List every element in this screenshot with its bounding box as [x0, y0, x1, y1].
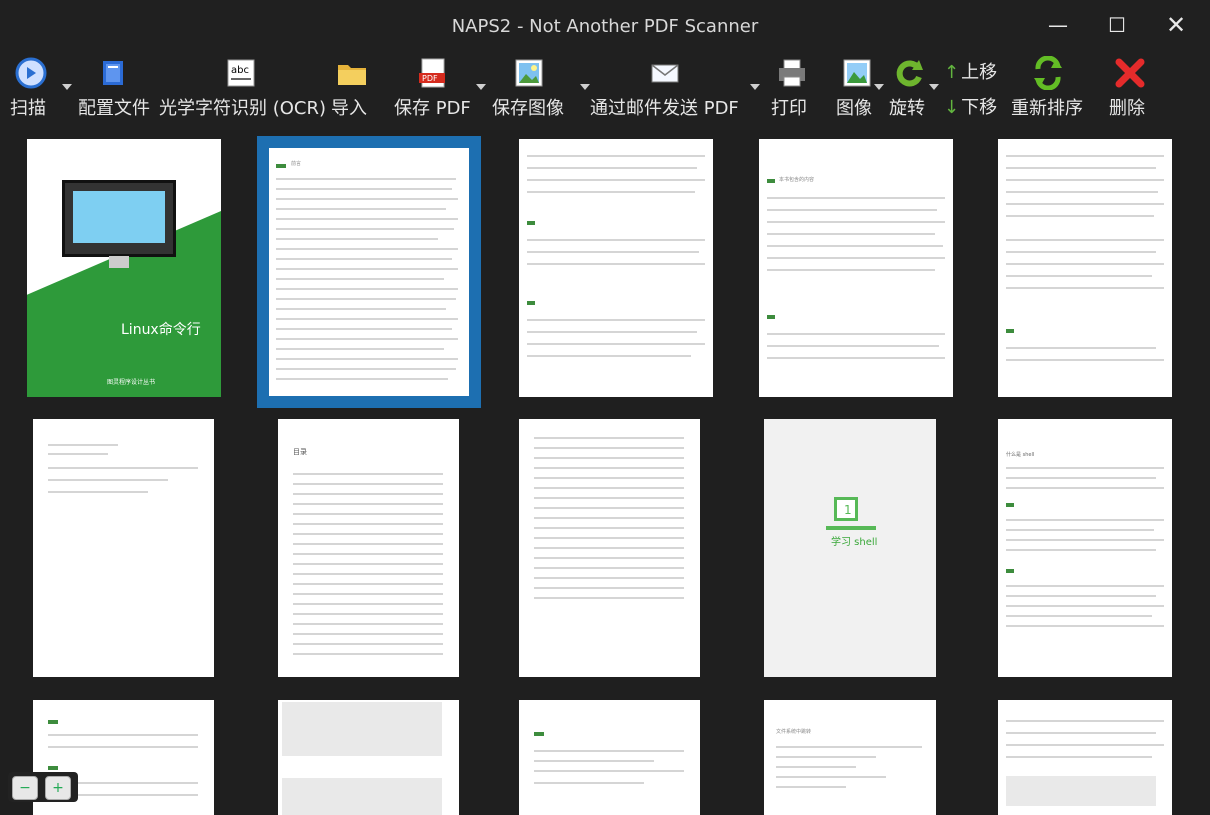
scan-dropdown-icon[interactable] — [62, 84, 72, 90]
pdf-icon: PDF — [416, 56, 450, 90]
thumbnail-page-6[interactable] — [33, 419, 214, 677]
import-button[interactable]: 导入 — [331, 52, 375, 130]
down-arrow-icon: ↓ — [944, 97, 960, 118]
reorder-button[interactable]: 重新排序 — [1011, 52, 1087, 130]
thumbnail-page-5[interactable] — [998, 139, 1172, 397]
shell-book-icon: 1 — [834, 497, 858, 521]
profiles-icon — [96, 56, 130, 90]
delete-icon — [1113, 56, 1147, 90]
delete-button[interactable]: 删除 — [1109, 52, 1153, 130]
printer-icon — [775, 56, 809, 90]
scan-button[interactable]: 扫描 — [10, 52, 72, 130]
zoom-in-button[interactable]: + — [45, 776, 71, 800]
up-arrow-icon: ↑ — [944, 62, 960, 83]
ocr-button[interactable]: abc 光学字符识别 (OCR) — [159, 52, 329, 130]
toolbar: 扫描 配置文件 abc 光学字符识别 (OCR) 导入 PDF 保存 PDF 保… — [0, 52, 1210, 130]
thumbnail-page-10[interactable]: 什么是 shell — [998, 419, 1172, 677]
minimize-button[interactable]: — — [1038, 10, 1078, 40]
thumbnail-page-13[interactable] — [519, 700, 700, 815]
rotate-dropdown-icon[interactable] — [929, 84, 939, 90]
save-image-dropdown-icon[interactable] — [580, 84, 590, 90]
svg-text:abc: abc — [231, 65, 249, 76]
save-image-button[interactable]: 保存图像 — [492, 52, 590, 130]
cover-title: Linux命令行 — [121, 322, 201, 338]
monitor-icon — [62, 180, 176, 257]
thumbnail-page-9[interactable]: 1 学习 shell — [764, 419, 936, 677]
scan-icon — [14, 56, 48, 90]
save-pdf-button[interactable]: PDF 保存 PDF — [394, 52, 486, 130]
thumbnail-page-14[interactable]: 文件系统中跳转 — [764, 700, 936, 815]
zoom-out-icon: − — [19, 780, 31, 796]
rotate-button[interactable]: 旋转 — [889, 52, 939, 130]
thumbnail-page-1[interactable]: Linux命令行 图灵程序设计丛书 — [27, 139, 221, 397]
thumbnail-page-12[interactable] — [278, 700, 459, 815]
move-down-button[interactable]: ↓ 下移 — [944, 93, 997, 123]
thumbnail-grid: Linux命令行 图灵程序设计丛书 前言 本书包含的内容 目录 1 学习 she… — [0, 130, 1210, 815]
folder-icon — [335, 56, 369, 90]
cover-publisher: 图灵程序设计丛书 — [107, 379, 156, 386]
email-dropdown-icon[interactable] — [750, 84, 760, 90]
image-button[interactable]: 图像 — [836, 52, 884, 130]
thumbnail-page-15[interactable] — [998, 700, 1172, 815]
thumbnail-page-4[interactable]: 本书包含的内容 — [759, 139, 953, 397]
ocr-icon: abc — [224, 56, 258, 90]
svg-text:PDF: PDF — [422, 74, 438, 83]
thumbnail-page-7[interactable]: 目录 — [278, 419, 459, 677]
thumbnail-page-8[interactable] — [519, 419, 700, 677]
move-up-button[interactable]: ↑ 上移 — [944, 58, 997, 88]
print-button[interactable]: 打印 — [771, 52, 813, 130]
email-icon — [648, 56, 682, 90]
zoom-out-button[interactable]: − — [12, 776, 38, 800]
image-dropdown-icon[interactable] — [874, 84, 884, 90]
thumbnail-page-3[interactable] — [519, 139, 713, 397]
thumbnail-page-2[interactable]: 前言 — [257, 136, 481, 408]
picture-icon — [840, 56, 874, 90]
zoom-in-icon: + — [52, 780, 64, 796]
save-pdf-dropdown-icon[interactable] — [476, 84, 486, 90]
image-icon — [512, 56, 546, 90]
title-bar: NAPS2 - Not Another PDF Scanner — ☐ ✕ — [0, 0, 1210, 52]
maximize-button[interactable]: ☐ — [1097, 10, 1137, 40]
email-pdf-button[interactable]: 通过邮件发送 PDF — [590, 52, 760, 130]
profiles-button[interactable]: 配置文件 — [78, 52, 160, 130]
window-title: NAPS2 - Not Another PDF Scanner — [451, 16, 759, 37]
app-window: NAPS2 - Not Another PDF Scanner — ☐ ✕ 扫描… — [0, 0, 1210, 815]
rotate-icon — [893, 56, 927, 90]
close-button[interactable]: ✕ — [1156, 10, 1196, 40]
reorder-icon — [1031, 55, 1065, 91]
